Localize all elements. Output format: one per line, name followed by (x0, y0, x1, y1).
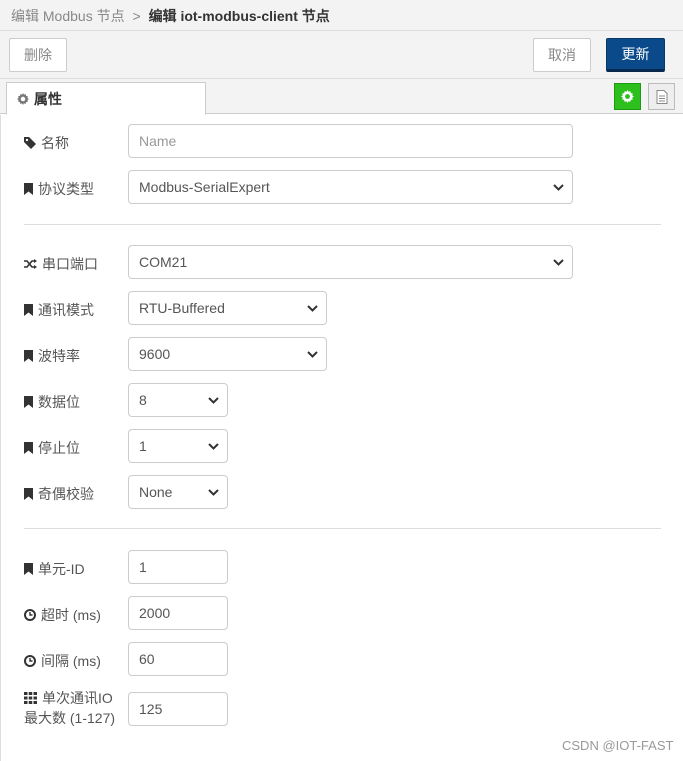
parity-select[interactable]: None (128, 475, 228, 509)
tag-icon (24, 137, 36, 149)
description-tab-button[interactable] (648, 83, 675, 110)
timeout-label: 超时 (ms) (24, 605, 101, 625)
tab-bar: 属性 (0, 79, 683, 115)
breadcrumb-parent[interactable]: 编辑 Modbus 节点 (11, 8, 125, 24)
bookmark-icon (24, 304, 33, 316)
chevron-down-icon (553, 184, 564, 191)
delete-button[interactable]: 删除 (9, 38, 67, 72)
timeout-input[interactable]: 2000 (128, 596, 228, 630)
bookmark-icon (24, 183, 33, 195)
dialog-toolbar: 删除 取消 更新 (0, 31, 683, 79)
protocol-type-select[interactable]: Modbus-SerialExpert (128, 170, 573, 204)
chevron-down-icon (208, 489, 219, 496)
watermark: CSDN @IOT-FAST (562, 738, 674, 753)
th-grid-icon (24, 692, 37, 704)
name-label: 名称 (24, 133, 69, 153)
tab-properties[interactable]: 属性 (6, 82, 206, 115)
data-bits-label: 数据位 (24, 392, 80, 412)
breadcrumb-current: 编辑 iot-modbus-client 节点 (148, 8, 330, 24)
stop-bits-label: 停止位 (24, 438, 80, 458)
unit-id-input[interactable]: 1 (128, 550, 228, 584)
properties-form: 名称 Name 协议类型 Modbus-SerialExpert 串口端口 CO… (0, 115, 683, 761)
unit-id-label: 单元-ID (24, 559, 85, 579)
bookmark-icon (24, 563, 33, 575)
chevron-down-icon (208, 443, 219, 450)
data-bits-select[interactable]: 8 (128, 383, 228, 417)
stop-bits-select[interactable]: 1 (128, 429, 228, 463)
gear-icon (17, 92, 29, 105)
serial-port-select[interactable]: COM21 (128, 245, 573, 279)
update-button[interactable]: 更新 (606, 38, 665, 72)
baud-rate-label: 波特率 (24, 346, 80, 366)
baud-rate-select[interactable]: 9600 (128, 337, 327, 371)
serial-port-label: 串口端口 (24, 254, 98, 274)
clock-icon (24, 655, 36, 667)
tab-properties-label: 属性 (34, 90, 62, 107)
max-io-label: 单次通讯IO 最大数 (1-127) (24, 690, 116, 726)
gear-icon (621, 90, 634, 103)
random-icon (24, 259, 37, 269)
interval-label: 间隔 (ms) (24, 651, 101, 671)
section-divider (24, 528, 661, 529)
breadcrumb-separator: > (132, 8, 141, 24)
max-io-input[interactable]: 125 (128, 692, 228, 726)
bookmark-icon (24, 396, 33, 408)
breadcrumb: 编辑 Modbus 节点 > 编辑 iot-modbus-client 节点 (0, 0, 683, 31)
bookmark-icon (24, 442, 33, 454)
protocol-type-label: 协议类型 (24, 179, 94, 199)
file-text-icon (656, 89, 667, 104)
section-divider (24, 224, 661, 225)
bookmark-icon (24, 488, 33, 500)
cancel-button[interactable]: 取消 (533, 38, 591, 72)
interval-input[interactable]: 60 (128, 642, 228, 676)
comm-mode-label: 通讯模式 (24, 300, 94, 320)
chevron-down-icon (553, 259, 564, 266)
chevron-down-icon (307, 351, 318, 358)
clock-icon (24, 609, 36, 621)
chevron-down-icon (307, 305, 318, 312)
name-input[interactable]: Name (128, 124, 573, 158)
chevron-down-icon (208, 397, 219, 404)
bookmark-icon (24, 350, 33, 362)
comm-mode-select[interactable]: RTU-Buffered (128, 291, 327, 325)
node-settings-tab-button[interactable] (614, 83, 641, 110)
parity-label: 奇偶校验 (24, 484, 94, 504)
